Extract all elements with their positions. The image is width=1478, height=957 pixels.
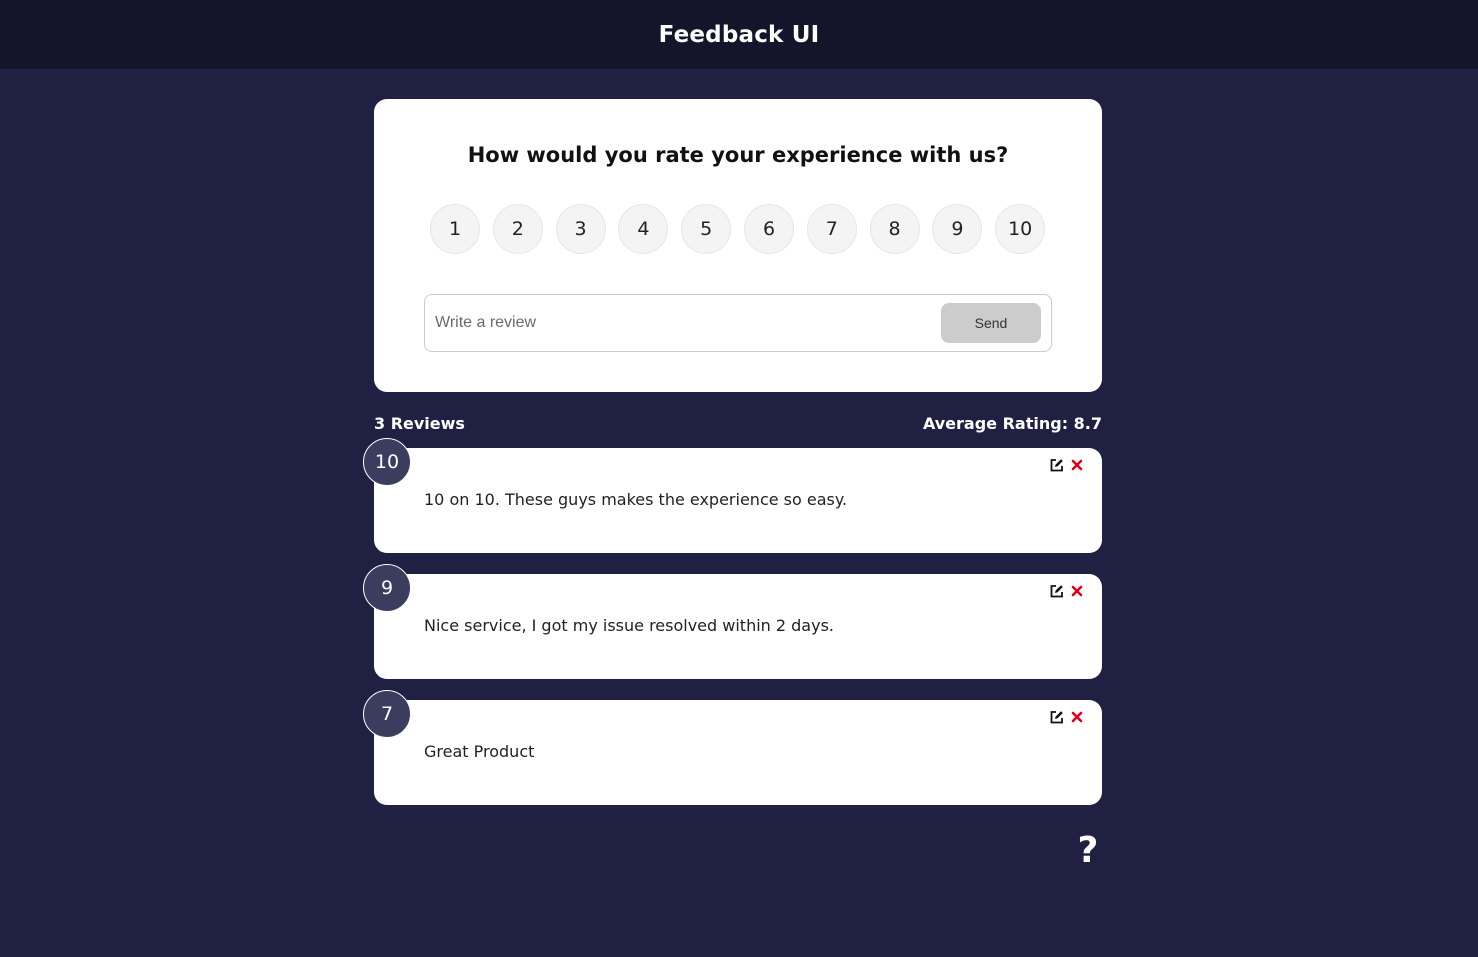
edit-icon[interactable] — [1050, 458, 1064, 472]
main-container: How would you rate your experience with … — [363, 99, 1102, 826]
rating-option-9[interactable]: 9 — [932, 204, 983, 254]
help-icon[interactable]: ? — [1073, 833, 1103, 869]
feedback-stats: 3 Reviews Average Rating: 8.7 — [374, 414, 1102, 434]
send-button[interactable]: Send — [941, 303, 1041, 343]
delete-icon[interactable] — [1071, 711, 1083, 723]
rating-badge: 10 — [363, 438, 411, 486]
card-actions — [1050, 584, 1083, 598]
rating-question: How would you rate your experience with … — [467, 143, 1009, 167]
rating-option-3[interactable]: 3 — [555, 204, 606, 254]
review-text: Great Product — [424, 742, 535, 761]
app-title: Feedback UI — [658, 21, 820, 48]
rating-card: How would you rate your experience with … — [374, 99, 1102, 392]
edit-icon[interactable] — [1050, 584, 1064, 598]
rating-option-7[interactable]: 7 — [806, 204, 857, 254]
rating-option-2[interactable]: 2 — [492, 204, 543, 254]
average-rating: Average Rating: 8.7 — [922, 414, 1102, 433]
top-bar: Feedback UI — [0, 0, 1478, 69]
card-actions — [1050, 710, 1083, 724]
feedback-card: 9 Nice service, I got my issue resolved … — [363, 564, 1102, 679]
rating-option-8[interactable]: 8 — [869, 204, 920, 254]
rating-options: 1 2 3 4 5 6 7 8 9 10 — [430, 204, 1046, 254]
rating-option-10[interactable]: 10 — [995, 204, 1046, 254]
edit-icon[interactable] — [1050, 710, 1064, 724]
rating-badge: 7 — [363, 690, 411, 738]
delete-icon[interactable] — [1071, 585, 1083, 597]
feedback-list: 10 10 on 10. These guys makes the experi… — [363, 438, 1102, 805]
review-text: 10 on 10. These guys makes the experienc… — [424, 490, 848, 509]
rating-badge: 9 — [363, 564, 411, 612]
rating-option-5[interactable]: 5 — [681, 204, 732, 254]
rating-option-6[interactable]: 6 — [743, 204, 794, 254]
feedback-card: 10 10 on 10. These guys makes the experi… — [363, 438, 1102, 553]
reviews-count: 3 Reviews — [374, 414, 465, 433]
delete-icon[interactable] — [1071, 459, 1083, 471]
review-text: Nice service, I got my issue resolved wi… — [424, 616, 834, 635]
review-form: Send — [424, 294, 1052, 352]
rating-option-4[interactable]: 4 — [618, 204, 669, 254]
card-actions — [1050, 458, 1083, 472]
rating-option-1[interactable]: 1 — [430, 204, 480, 254]
review-input[interactable] — [425, 313, 941, 333]
feedback-card: 7 Great Product — [363, 690, 1102, 805]
